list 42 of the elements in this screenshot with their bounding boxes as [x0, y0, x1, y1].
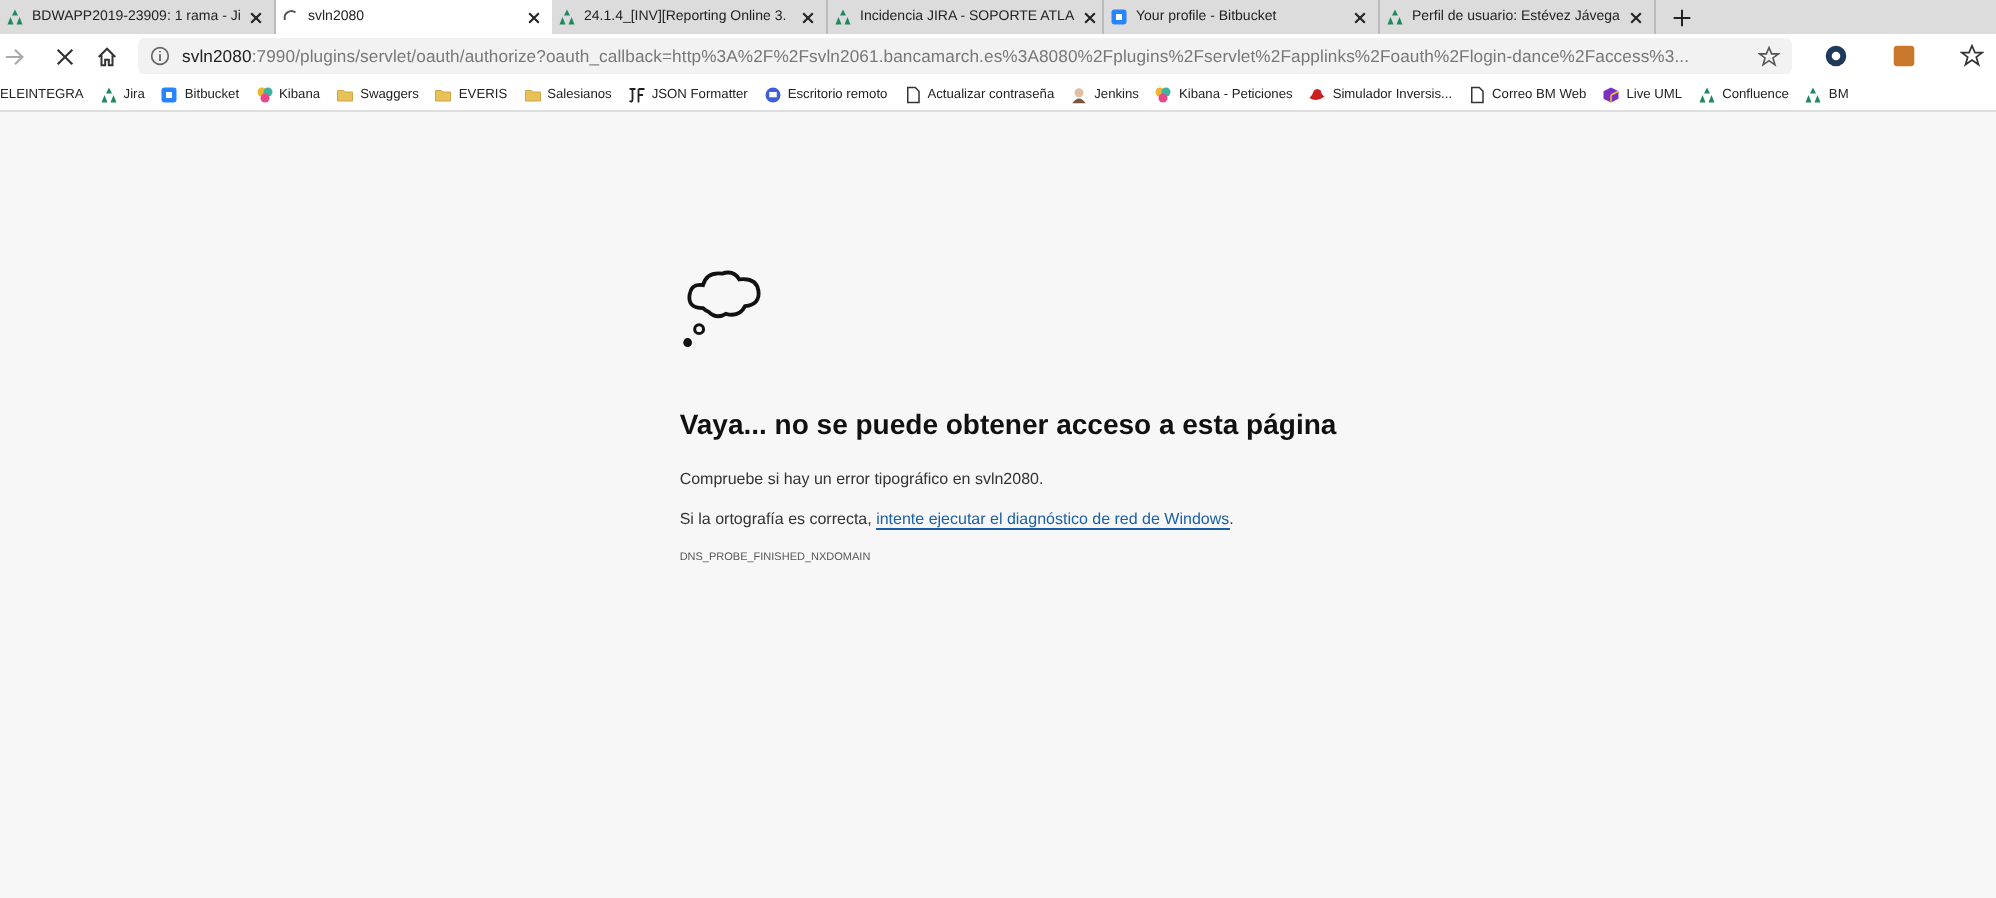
close-icon[interactable] — [1082, 9, 1099, 25]
folder-icon — [434, 85, 453, 103]
remote-desktop-icon — [763, 85, 782, 103]
hat-icon — [1308, 85, 1327, 103]
cube-icon — [1602, 85, 1621, 103]
close-icon[interactable] — [1352, 9, 1368, 25]
triangle-logo-icon — [834, 8, 852, 26]
folder-icon — [523, 85, 542, 103]
monogram-icon — [627, 85, 646, 103]
star-add-icon[interactable] — [1758, 45, 1780, 67]
url-text: svln2080:7990/plugins/servlet/oauth/authorize?oauth_callback=http%3A%2F%2Fsvln2061.bancamarch.es%3A8080%2Fplugins%2Fservlet%2Fapplinks%2Foauth%2Flogin-dance%2Faccess%3... — [182, 46, 1692, 66]
page-icon — [903, 85, 922, 103]
page-icon — [1468, 85, 1487, 103]
triangle-logo-icon — [99, 85, 118, 103]
diagnostics-link[interactable]: intente ejecutar el diagnóstico de red de Windows — [876, 510, 1230, 530]
close-icon[interactable] — [800, 9, 816, 25]
triangle-logo-icon — [1804, 85, 1823, 103]
close-icon[interactable] — [526, 9, 542, 25]
close-icon[interactable] — [248, 9, 265, 25]
flower-logo-icon — [255, 85, 274, 103]
extension-square-icon[interactable] — [1892, 44, 1916, 68]
info-icon — [150, 46, 170, 66]
new-tab-icon[interactable] — [1672, 7, 1692, 27]
triangle-logo-icon — [6, 8, 24, 26]
error-message: Si la ortografía es correcta, intente ejecutar el diagnóstico de red de Windows. — [679, 510, 1236, 528]
extension-circle-icon[interactable] — [1824, 44, 1848, 68]
home-icon[interactable] — [96, 45, 118, 67]
stop-icon[interactable] — [54, 45, 76, 67]
person-icon — [1070, 85, 1089, 103]
bucket-logo-icon — [160, 85, 179, 103]
triangle-logo-icon — [1386, 8, 1404, 26]
error-message: Compruebe si hay un error tipográfico en svln2080. — [679, 470, 1046, 488]
loading-spinner-icon — [282, 8, 300, 26]
folder-icon — [336, 85, 355, 103]
triangle-logo-icon — [1698, 85, 1717, 103]
close-icon[interactable] — [1628, 9, 1644, 25]
address-bar[interactable]: svln2080:7990/plugins/servlet/oauth/authorize?oauth_callback=http%3A%2F%2Fsvln2061.bancamarch.es%3A8080%2Fplugins%2Fservlet%2Fapplinks%2Foauth%2Flogin-dance%2Faccess%3... — [138, 38, 1792, 74]
error-heading: Vaya... no se puede obtener acceso a esta página — [679, 406, 1337, 442]
bucket-logo-icon — [1110, 8, 1128, 26]
favorites-icon[interactable] — [1960, 44, 1984, 68]
triangle-logo-icon — [558, 8, 576, 26]
flower-logo-icon — [1154, 85, 1173, 103]
